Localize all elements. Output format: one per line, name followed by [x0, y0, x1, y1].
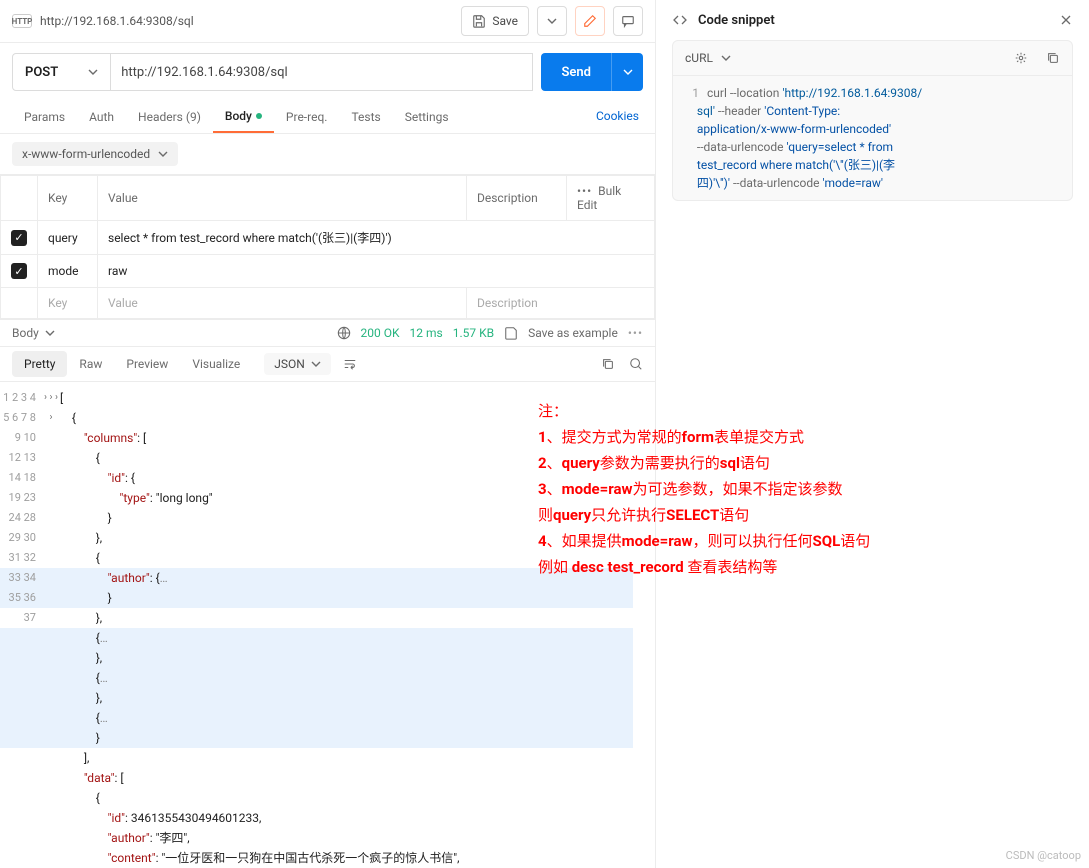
chevron-down-icon	[721, 55, 731, 61]
response-dropdown[interactable]: Body	[12, 326, 55, 340]
table-row[interactable]: ✓ query select * from test_record where …	[1, 221, 655, 255]
col-key: Key	[38, 176, 98, 221]
comment-icon	[621, 14, 635, 28]
view-raw[interactable]: Raw	[67, 351, 114, 377]
save-example[interactable]: Save as example	[528, 326, 618, 340]
chevron-down-icon	[623, 69, 633, 75]
cookies-link[interactable]: Cookies	[592, 101, 643, 133]
encoding-label: x-www-form-urlencoded	[22, 147, 150, 161]
view-visualize[interactable]: Visualize	[180, 351, 252, 377]
tab-body[interactable]: Body	[213, 101, 274, 133]
chevron-down-icon	[45, 330, 55, 336]
send-dropdown[interactable]	[611, 53, 643, 91]
status-code: 200 OK	[361, 326, 400, 340]
col-bulk[interactable]: ••• Bulk Edit	[567, 176, 655, 221]
save-button[interactable]: Save	[461, 6, 529, 36]
tab-bar: HTTP http://192.168.1.64:9308/sql Save	[0, 0, 655, 43]
floppy-icon	[472, 14, 486, 28]
status-size: 1.57 KB	[453, 326, 494, 340]
lang-dropdown[interactable]: cURL	[685, 51, 713, 65]
method-label: POST	[25, 65, 58, 80]
format-dropdown[interactable]: JSON	[264, 353, 331, 375]
checkbox[interactable]: ✓	[11, 263, 27, 279]
more-icon[interactable]: •••	[628, 326, 643, 340]
view-preview[interactable]: Preview	[114, 351, 180, 377]
wrap-icon[interactable]	[343, 357, 357, 371]
comment-button[interactable]	[613, 6, 643, 36]
watermark: CSDN @catoop	[1006, 849, 1081, 862]
form-table: Key Value Description ••• Bulk Edit ✓ qu…	[0, 175, 655, 319]
save-dropdown[interactable]	[537, 6, 567, 36]
search-icon[interactable]	[629, 357, 643, 371]
encoding-dropdown[interactable]: x-www-form-urlencoded	[12, 142, 178, 166]
close-icon[interactable]	[1059, 13, 1073, 27]
code-icon	[672, 12, 688, 28]
gear-icon[interactable]	[1014, 51, 1028, 65]
checkbox[interactable]: ✓	[11, 230, 27, 246]
col-value: Value	[98, 176, 467, 221]
annotation: 注： 1、提交方式为常规的form表单提交方式 2、query参数为需要执行的s…	[538, 398, 1078, 580]
view-pretty[interactable]: Pretty	[12, 351, 67, 377]
tab-auth[interactable]: Auth	[77, 101, 126, 133]
save-label: Save	[492, 14, 518, 28]
method-dropdown[interactable]: POST	[12, 53, 111, 91]
share-button[interactable]	[575, 6, 605, 36]
table-row[interactable]: ✓ mode raw	[1, 255, 655, 288]
table-row-empty[interactable]: Key Value Description	[1, 288, 655, 319]
chevron-down-icon	[311, 361, 321, 367]
copy-icon[interactable]	[1046, 51, 1060, 65]
col-desc: Description	[467, 176, 567, 221]
tab-params[interactable]: Params	[12, 101, 77, 133]
panel-title: Code snippet	[698, 13, 1049, 28]
chevron-down-icon	[88, 69, 98, 75]
http-icon: HTTP	[12, 14, 32, 28]
tab-headers[interactable]: Headers (9)	[126, 101, 213, 133]
status-time: 12 ms	[410, 326, 443, 340]
url-input[interactable]	[111, 53, 533, 91]
globe-icon[interactable]	[337, 326, 351, 340]
tab-title: http://192.168.1.64:9308/sql	[40, 14, 453, 28]
tab-tests[interactable]: Tests	[339, 101, 392, 133]
request-row: POST Send	[0, 43, 655, 101]
send-button[interactable]: Send	[541, 53, 611, 91]
snippet-code[interactable]: 1curl --location 'http://192.168.1.64:93…	[673, 76, 1072, 200]
tab-prereq[interactable]: Pre-req.	[274, 101, 340, 133]
pencil-icon	[583, 14, 597, 28]
chevron-down-icon	[547, 18, 557, 24]
chevron-down-icon	[158, 151, 168, 157]
floppy-icon	[504, 326, 518, 340]
tab-settings[interactable]: Settings	[393, 101, 461, 133]
request-tabs: Params Auth Headers (9) Body Pre-req. Te…	[0, 101, 655, 134]
snippet-box: cURL 1curl --location 'http://192.168.1.…	[672, 40, 1073, 201]
copy-icon[interactable]	[601, 357, 615, 371]
